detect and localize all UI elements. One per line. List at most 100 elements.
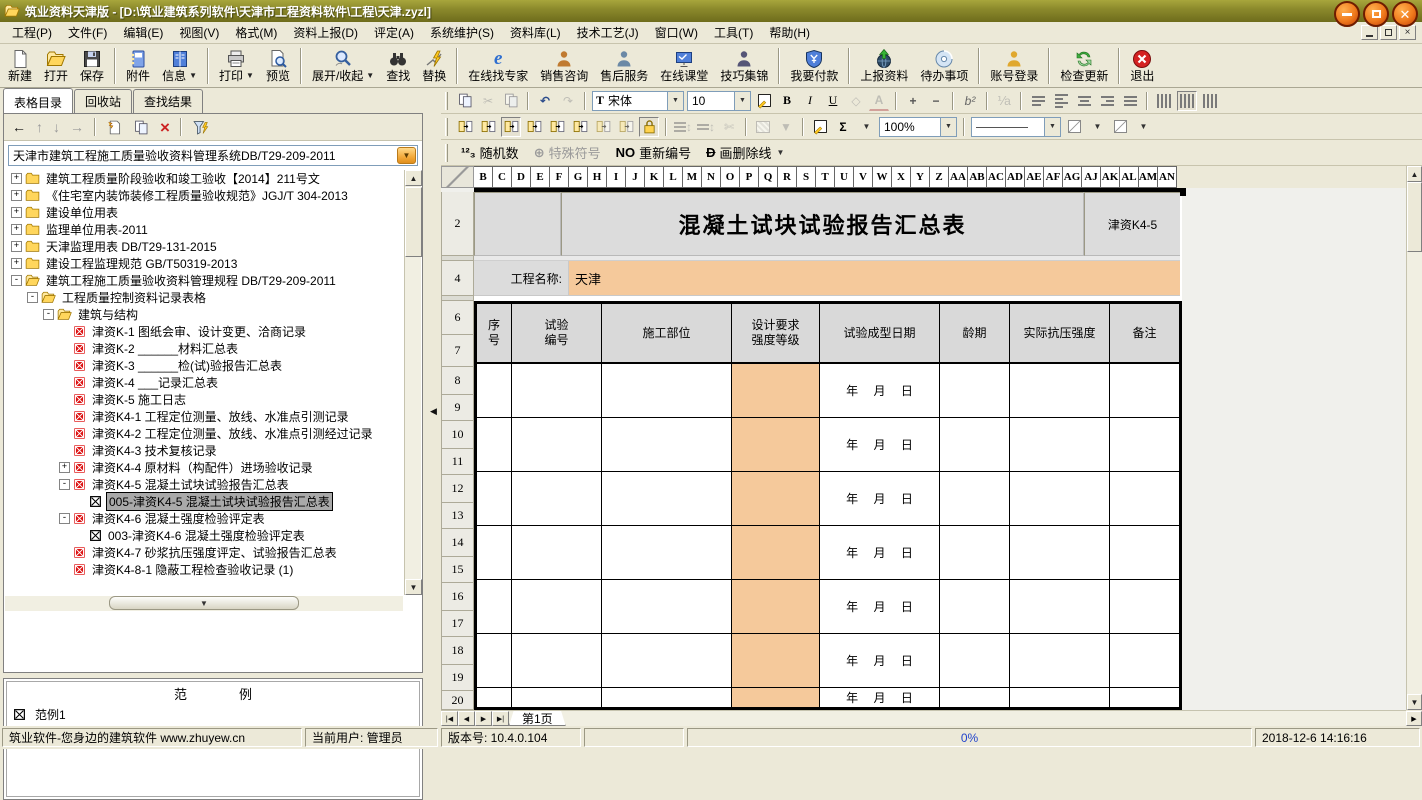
table-data-cell[interactable] [940,688,1010,707]
align-justify-icon[interactable] [1028,91,1048,111]
table-data-cell[interactable] [1010,472,1110,525]
mdi-close-button[interactable]: × [1399,25,1416,40]
align-distribute-icon[interactable] [1120,91,1140,111]
lock-icon[interactable] [639,117,659,137]
collapse-icon[interactable]: - [11,275,22,286]
expand-icon[interactable]: + [11,241,22,252]
tree-horizontal-scrollbar[interactable]: ▼ [5,596,403,611]
table-data-cell[interactable] [1010,580,1110,633]
toolbar-button-todo-disc[interactable]: 待办事项 [914,46,974,86]
table-data-cell[interactable] [602,688,732,707]
tree-item[interactable]: 津资K-1 图纸会审、设计变更、洽商记录 [5,323,407,340]
column-header-AN[interactable]: AN [1158,166,1177,188]
table-header-cell[interactable]: 龄期 [940,304,1010,362]
date-placeholder-cell[interactable]: 年 月 日 [820,688,940,707]
menu-item-6[interactable]: 资料上报(D) [285,21,366,44]
format-button-特殊符号[interactable]: ⊕特殊符号 [528,143,607,162]
dropdown-arrow-icon[interactable]: ▼ [246,69,254,83]
last-sheet-icon[interactable]: ▶| [492,711,509,726]
tree-item[interactable]: 003-津资K4-6 混凝土强度检验评定表 [5,527,407,544]
table-data-cell[interactable] [1110,634,1179,687]
table-data-cell[interactable] [1010,526,1110,579]
merge-cell-icon[interactable] [547,117,567,137]
align-center-icon[interactable] [1074,91,1094,111]
table-data-cell[interactable] [512,418,602,471]
row-header-17[interactable]: 17 [441,611,474,637]
vertical-text-left-icon[interactable] [1154,91,1174,111]
column-header-U[interactable]: U [835,166,854,188]
table-data-cell[interactable] [1110,472,1179,525]
toolbar-button-save-floppy[interactable]: 保存 [74,46,110,86]
column-header-M[interactable]: M [683,166,702,188]
minimize-button[interactable] [1334,1,1360,27]
toolbar-button-magnifier[interactable]: 展开/收起▼ [306,46,380,86]
font-name-dropdown-icon[interactable]: ▼ [667,92,683,110]
menu-item-4[interactable]: 视图(V) [171,21,227,44]
column-header-AC[interactable]: AC [987,166,1006,188]
align-left-icon[interactable] [1051,91,1071,111]
table-data-cell[interactable] [732,634,820,687]
sheet-hscroll-end-icon[interactable]: ▶ [1406,711,1422,726]
panel-splitter[interactable]: ◀ [429,88,441,726]
tree-collapse-handle[interactable]: ▼ [109,596,299,610]
row-header-2[interactable]: 2 [441,192,474,256]
table-data-cell[interactable] [1110,364,1179,417]
insert-image-dropdown-icon[interactable]: ▼ [776,117,796,137]
table-data-cell[interactable] [940,364,1010,417]
date-placeholder-cell[interactable]: 年 月 日 [820,634,940,687]
sum-icon[interactable]: Σ [833,117,853,137]
line-style-select[interactable]: ▼ [971,117,1061,137]
date-placeholder-cell[interactable]: 年 月 日 [820,526,940,579]
tree-item[interactable]: +监理单位用表-2011 [5,221,407,238]
sheet-vertical-scrollbar[interactable]: ▲ ▼ [1406,166,1422,710]
toolbar-button-login-person[interactable]: 账号登录 [984,46,1044,86]
table-data-cell[interactable] [732,580,820,633]
insert-cell-left-icon[interactable] [455,117,475,137]
table-data-cell[interactable] [940,418,1010,471]
table-header-cell[interactable]: 设计要求 强度等级 [732,304,820,362]
sum-dropdown-icon[interactable]: ▼ [856,117,876,137]
line-style-dropdown-icon[interactable]: ▼ [1044,118,1060,136]
line-spacing-decrease-icon[interactable]: ↕ [696,117,716,137]
restore-button[interactable] [1363,1,1389,27]
row-header-15[interactable]: 15 [441,557,474,583]
line-color-icon[interactable] [1064,117,1084,137]
table-data-cell[interactable] [732,688,820,707]
column-header-L[interactable]: L [664,166,683,188]
menu-item-9[interactable]: 资料库(L) [502,21,569,44]
fraction-icon[interactable]: ⅟a [994,91,1014,111]
column-header-H[interactable]: H [588,166,607,188]
font-name-select[interactable]: T 宋体 ▼ [592,91,684,111]
collapse-icon[interactable]: - [43,309,54,320]
column-header-AM[interactable]: AM [1139,166,1158,188]
column-header-D[interactable]: D [512,166,531,188]
toolbar-button-replace-bolt[interactable]: 替换 [416,46,452,86]
toolbar-button-update-refresh[interactable]: 检查更新 [1054,46,1114,86]
first-sheet-icon[interactable]: |◀ [441,711,458,726]
toolbar-button-attachment[interactable]: 附件 [120,46,156,86]
tree-item[interactable]: -建筑工程施工质量验收资料管理规程 DB/T29-209-2011 [5,272,407,289]
toolbar-button-binoculars[interactable]: 查找 [380,46,416,86]
tree-item[interactable]: 津资K-2 ______材料汇总表 [5,340,407,357]
copy-form-icon[interactable] [133,119,150,136]
table-data-cell[interactable] [477,526,512,579]
format-button-随机数[interactable]: ¹²₃随机数 [455,143,525,162]
font-color-icon[interactable]: A [869,91,889,111]
menu-item-12[interactable]: 工具(T) [706,21,761,44]
column-header-K[interactable]: K [645,166,664,188]
font-size-select[interactable]: 10 ▼ [687,91,751,111]
column-header-J[interactable]: J [626,166,645,188]
toolbar-button-person-sales[interactable]: 销售咨询 [534,46,594,86]
table-data-cell[interactable] [477,472,512,525]
toolbar-button-upload-globe[interactable]: 上报资料 [854,46,914,86]
vertical-text-center-icon[interactable] [1177,91,1197,111]
tree-item[interactable]: -建筑与结构 [5,306,407,323]
table-data-cell[interactable] [1110,580,1179,633]
row-header-7[interactable]: 7 [441,335,474,367]
table-data-cell[interactable] [602,418,732,471]
column-header-W[interactable]: W [873,166,892,188]
tree-item[interactable]: 津资K4-1 工程定位测量、放线、水准点引测记录 [5,408,407,425]
next-sheet-icon[interactable]: ▶ [475,711,492,726]
decrease-icon[interactable]: − [926,91,946,111]
column-header-AE[interactable]: AE [1025,166,1044,188]
